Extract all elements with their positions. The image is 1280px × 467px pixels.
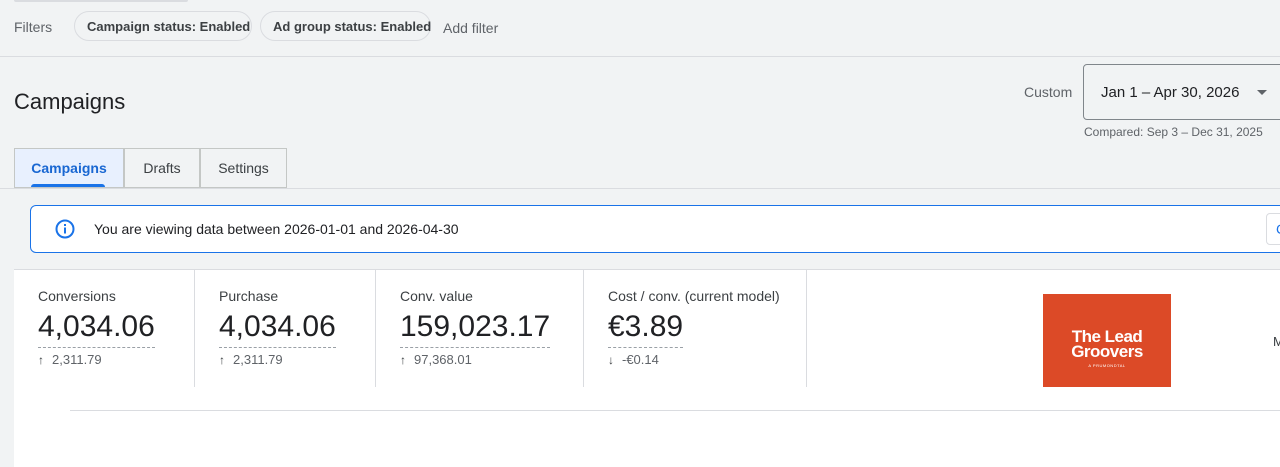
- scorecard-change-value: 2,311.79: [233, 352, 283, 367]
- comparison-range: Compared: Sep 3 – Dec 31, 2025: [1084, 125, 1263, 139]
- truncated-label: M: [1273, 334, 1280, 349]
- scorecard-label: Purchase: [219, 288, 279, 304]
- logo-text: The Lead Groovers: [1043, 328, 1171, 361]
- scorecard-change-value: 97,368.01: [414, 352, 472, 367]
- scorecard-change: ↑ 2,311.79: [38, 352, 102, 367]
- scorecard-change-value: 2,311.79: [52, 352, 102, 367]
- banner-action-button[interactable]: C: [1266, 213, 1280, 245]
- dropdown-arrow-icon: [1257, 90, 1267, 95]
- filters-bar: Filters Campaign status: Enabled Ad grou…: [0, 0, 1280, 57]
- tab-settings[interactable]: Settings: [200, 148, 287, 188]
- filter-chip-ad-group-status[interactable]: Ad group status: Enabled: [260, 11, 431, 41]
- scorecard-change: ↑ 97,368.01: [400, 352, 472, 367]
- scorecard-value: 4,034.06: [38, 308, 155, 348]
- info-banner: You are viewing data between 2026-01-01 …: [30, 205, 1280, 253]
- filters-label: Filters: [14, 19, 53, 35]
- tab-campaigns[interactable]: Campaigns: [14, 148, 124, 188]
- scorecard-label: Conv. value: [400, 288, 473, 304]
- date-range-label: Custom: [1024, 84, 1073, 100]
- scorecard-change: ↓ -€0.14: [608, 352, 659, 367]
- arrow-up-icon: ↑: [400, 353, 406, 367]
- filter-chip-campaign-status[interactable]: Campaign status: Enabled: [74, 11, 252, 41]
- scorecard-conversions[interactable]: Conversions 4,034.06 ↑ 2,311.79: [14, 270, 195, 387]
- info-icon: [55, 219, 75, 239]
- page-title: Campaigns: [14, 89, 126, 114]
- scorecard-change-value: -€0.14: [622, 352, 659, 367]
- scorecard-value: 4,034.06: [219, 308, 336, 348]
- arrow-down-icon: ↓: [608, 353, 614, 367]
- performance-chart-area: [14, 387, 1280, 467]
- scorecard-value: 159,023.17: [400, 308, 551, 348]
- tab-drafts[interactable]: Drafts: [124, 148, 200, 188]
- date-range-select[interactable]: Jan 1 – Apr 30, 2026: [1083, 64, 1280, 120]
- scorecard-purchase[interactable]: Purchase 4,034.06 ↑ 2,311.79: [195, 270, 376, 387]
- arrow-up-icon: ↑: [38, 353, 44, 367]
- tabs-divider: [0, 188, 1280, 189]
- logo-line-2: Groovers: [1071, 342, 1143, 361]
- scorecard-label: Cost / conv. (current model): [608, 288, 780, 304]
- add-filter-button[interactable]: Add filter: [443, 20, 498, 36]
- scorecard-label: Conversions: [38, 288, 116, 304]
- scorecard-conv-value[interactable]: Conv. value 159,023.17 ↑ 97,368.01: [376, 270, 584, 387]
- scorecard-value: €3.89: [608, 308, 684, 348]
- arrow-up-icon: ↑: [219, 353, 225, 367]
- logo-subtext: A PRUMONDTAL: [1088, 363, 1126, 368]
- chart-gridline: [70, 410, 1280, 411]
- date-range-value: Jan 1 – Apr 30, 2026: [1101, 84, 1240, 101]
- info-banner-text: You are viewing data between 2026-01-01 …: [94, 221, 459, 237]
- scorecard-change: ↑ 2,311.79: [219, 352, 283, 367]
- scorecard-cost-per-conv[interactable]: Cost / conv. (current model) €3.89 ↓ -€0.…: [584, 270, 807, 387]
